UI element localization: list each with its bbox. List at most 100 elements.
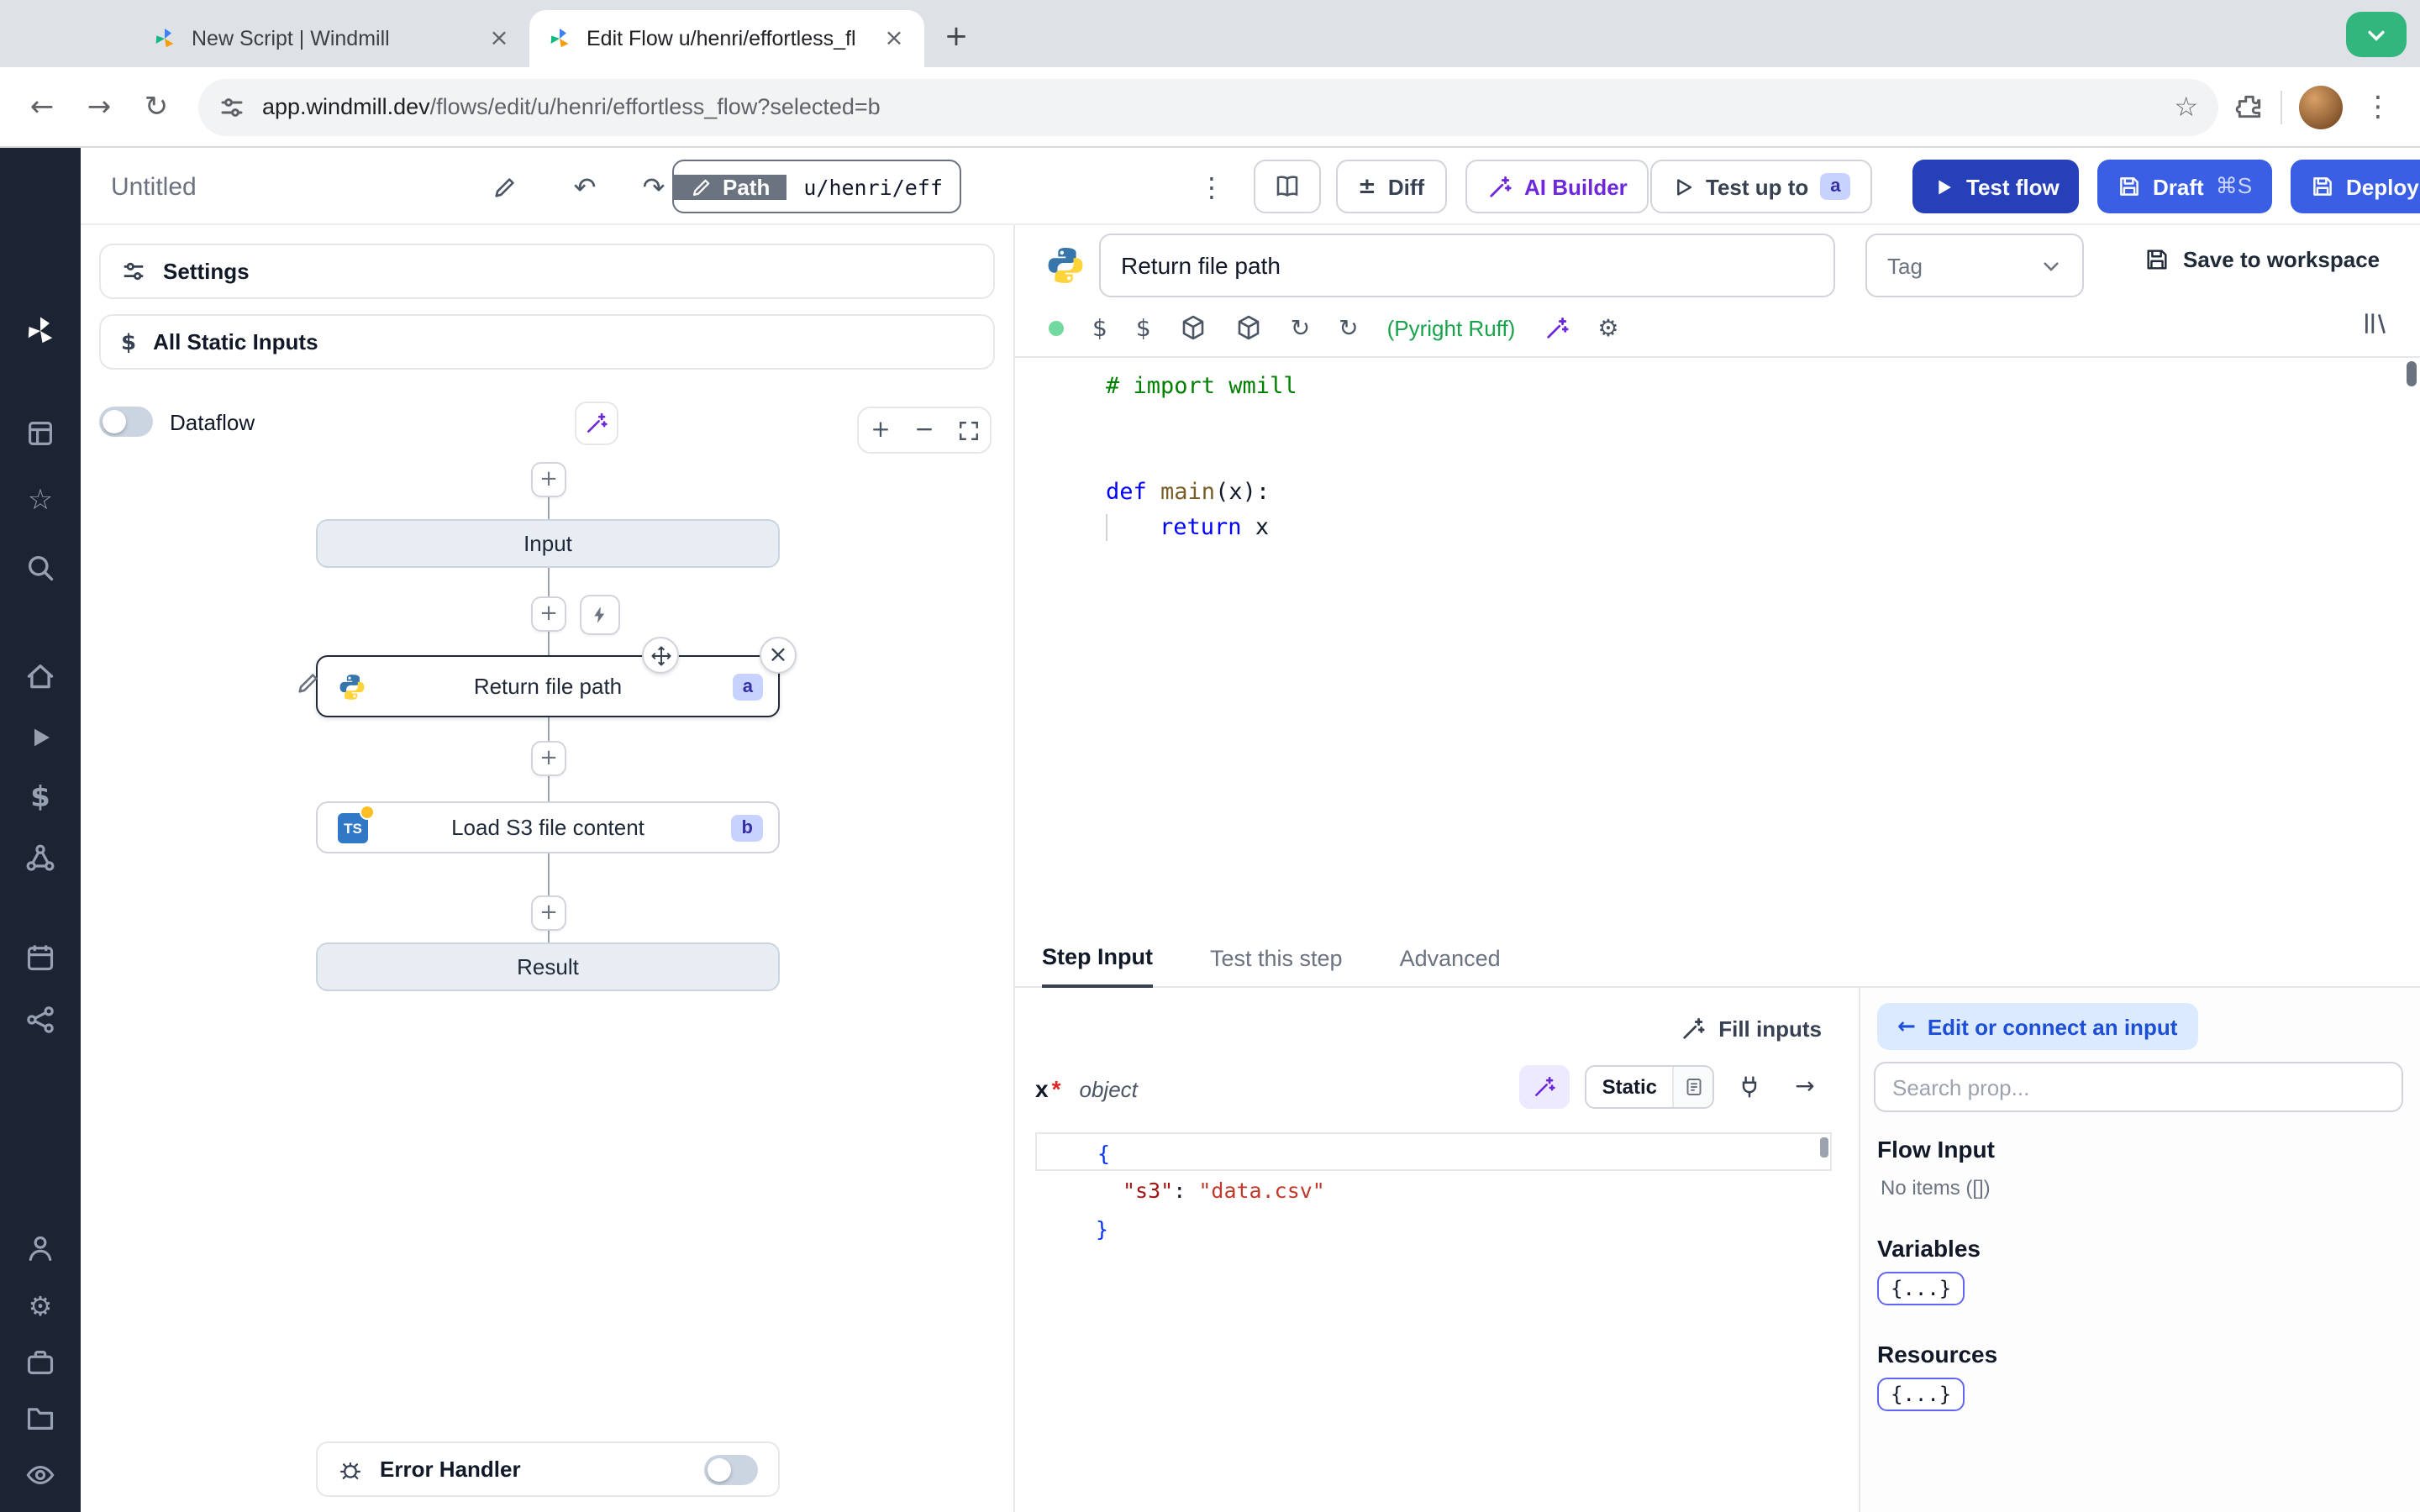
move-step-handle[interactable] [642, 637, 679, 674]
forward-button[interactable] [74, 81, 124, 132]
user-person-icon[interactable] [22, 1230, 59, 1267]
editor-scrollbar[interactable] [2407, 361, 2417, 386]
error-handler-row[interactable]: Error Handler [316, 1441, 780, 1497]
back-button[interactable] [17, 81, 67, 132]
tab-close-icon[interactable] [486, 25, 513, 52]
result-node[interactable]: Result [316, 942, 780, 991]
ai-fill-wand-button[interactable] [1519, 1065, 1570, 1109]
step-a-node[interactable]: Return file path a [316, 655, 780, 717]
edit-or-connect-button[interactable]: Edit or connect an input [1877, 1003, 2198, 1050]
test-flow-button[interactable]: Test flow [1912, 160, 2080, 213]
variables-braces-button[interactable]: {...} [1877, 1272, 1965, 1305]
library-icon[interactable] [2361, 309, 2390, 338]
code-editor[interactable]: # import wmill def main(x): return x [1015, 356, 2420, 934]
trigger-lightning-button[interactable] [580, 595, 620, 635]
plus-minus-icon [1358, 173, 1376, 200]
ai-flow-wand-button[interactable] [575, 402, 618, 445]
step-b-node[interactable]: Load S3 file content b [316, 801, 780, 853]
reload-icon[interactable] [1291, 313, 1310, 342]
runs-table-icon[interactable] [22, 415, 59, 452]
settings-gear-icon[interactable] [22, 1287, 59, 1324]
omnibox[interactable]: app.windmill.dev/flows/edit/u/henri/effo… [198, 78, 2218, 135]
browser-tab-1[interactable]: New Script | Windmill [134, 10, 529, 67]
browser-menu-icon[interactable] [2360, 81, 2396, 132]
windmill-logo[interactable] [22, 312, 59, 349]
package-cube-icon[interactable] [1235, 314, 1262, 341]
variables-icon[interactable] [22, 780, 59, 816]
resource-picker-icon[interactable] [1136, 313, 1151, 342]
editor-settings-gear-icon[interactable] [1597, 313, 1618, 342]
favorites-star-icon[interactable] [22, 482, 59, 519]
dataflow-toggle[interactable] [99, 407, 153, 437]
tab-close-icon[interactable] [881, 25, 908, 52]
extensions-puzzle-icon[interactable] [2235, 92, 2264, 121]
package-cube-icon[interactable] [1180, 314, 1207, 341]
json-scrollbar[interactable] [1820, 1137, 1828, 1158]
tab-step-input[interactable]: Step Input [1042, 944, 1153, 988]
tab-test-this-step[interactable]: Test this step [1210, 946, 1343, 986]
site-settings-icon[interactable] [218, 93, 245, 120]
add-step-top-button[interactable] [531, 462, 566, 497]
fill-inputs-button[interactable]: Fill inputs [1680, 1003, 1822, 1053]
flows-share-icon[interactable] [22, 1001, 59, 1038]
path-value[interactable]: u/henri/eff [786, 174, 960, 199]
browser-profile-chevron-button[interactable] [2346, 12, 2407, 57]
tag-select[interactable]: Tag [1865, 234, 2084, 297]
plug-connect-icon[interactable] [1729, 1067, 1770, 1107]
zoom-in-button[interactable] [859, 408, 902, 452]
reload-button[interactable] [131, 81, 182, 132]
test-up-to-button[interactable]: Test up to a [1650, 160, 1873, 213]
profile-avatar[interactable] [2299, 85, 2343, 129]
variable-picker-icon[interactable] [1092, 313, 1107, 342]
flow-title[interactable]: Untitled [111, 160, 197, 213]
folders-icon[interactable] [22, 1399, 59, 1436]
lint-status[interactable]: (Pyright Ruff) [1387, 315, 1516, 340]
resources-braces-button[interactable]: {...} [1877, 1378, 1965, 1411]
undo-button[interactable] [560, 160, 610, 213]
docs-book-button[interactable] [1254, 160, 1321, 213]
tab-advanced[interactable]: Advanced [1400, 946, 1501, 986]
bookmark-star-icon[interactable] [2174, 90, 2198, 123]
zoom-out-button[interactable] [902, 408, 946, 452]
draft-button[interactable]: Draft ⌘S [2097, 160, 2273, 213]
save-to-workspace-button[interactable]: Save to workspace [2144, 247, 2380, 272]
resources-hub-icon[interactable] [22, 840, 59, 877]
workers-toolbox-icon[interactable] [22, 1344, 59, 1381]
reload-icon[interactable] [1339, 313, 1358, 342]
browser-tab-2[interactable]: Edit Flow u/henri/effortless_fl [529, 10, 924, 67]
redo-button[interactable] [629, 160, 679, 213]
path-segment[interactable]: Path [674, 174, 787, 199]
deploy-button[interactable]: Deploy [2291, 160, 2420, 213]
path-control[interactable]: Path u/henri/eff [672, 160, 961, 213]
plug-icon [1742, 1076, 1757, 1098]
runs-play-icon[interactable] [22, 719, 59, 756]
fit-view-button[interactable] [946, 408, 990, 452]
search-prop-input[interactable] [1874, 1062, 2403, 1112]
url-text: app.windmill.dev/flows/edit/u/henri/effo… [262, 94, 2157, 119]
delete-step-button[interactable] [760, 637, 797, 674]
add-step-button[interactable] [531, 895, 566, 931]
input-node[interactable]: Input [316, 519, 780, 568]
flow-settings-row[interactable]: Settings [99, 244, 995, 299]
audit-eye-icon[interactable] [22, 1457, 59, 1494]
ai-builder-button[interactable]: AI Builder [1465, 160, 1649, 213]
error-handler-toggle[interactable] [704, 1454, 758, 1484]
step-name-input[interactable] [1099, 234, 1835, 297]
edit-title-pencil-icon[interactable] [481, 160, 528, 213]
json-editor-toggle[interactable] [1672, 1067, 1712, 1107]
new-tab-button[interactable] [934, 15, 978, 59]
static-label[interactable]: Static [1587, 1067, 1672, 1107]
diff-button[interactable]: Diff [1336, 160, 1447, 213]
all-static-inputs-row[interactable]: All Static Inputs [99, 314, 995, 370]
schedules-calendar-icon[interactable] [22, 939, 59, 976]
edit-step-pencil-icon[interactable] [296, 670, 321, 696]
add-step-button[interactable] [531, 741, 566, 776]
add-step-button[interactable] [531, 596, 566, 632]
more-options-kebab-icon[interactable] [1190, 160, 1234, 213]
arrow-right-icon[interactable] [1785, 1067, 1825, 1107]
ai-wand-icon[interactable] [1544, 315, 1569, 340]
static-mode-control[interactable]: Static [1585, 1065, 1714, 1109]
json-input-editor[interactable]: { "s3": "data.csv" } [1035, 1132, 1832, 1257]
search-icon[interactable] [22, 549, 59, 586]
home-icon[interactable] [22, 657, 59, 694]
